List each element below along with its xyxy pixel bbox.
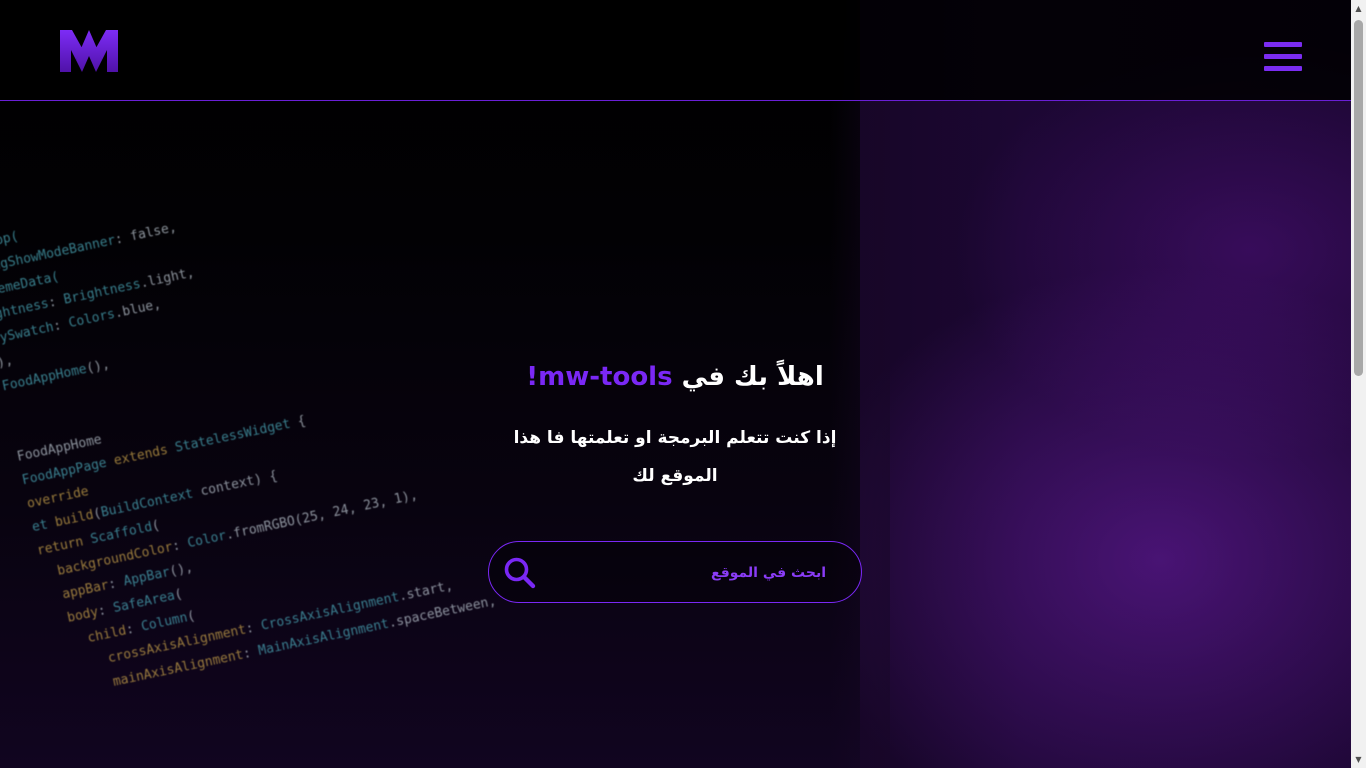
menu-bar xyxy=(1264,54,1302,59)
headline-prefix: اهلاً بك في xyxy=(681,362,824,392)
hero-section: اهلاً بك في mw-tools! إذا كنت تتعلم البر… xyxy=(430,355,920,495)
page-subtitle: إذا كنت تتعلم البرمجة او تعلمتها فا هذا … xyxy=(513,428,837,486)
brand-suffix: ! xyxy=(526,362,539,392)
search-input[interactable] xyxy=(559,552,828,594)
scrollbar-thumb[interactable] xyxy=(1354,20,1363,376)
page: olApp( ebugShowModeBanner: false, ThemeD… xyxy=(0,0,1366,768)
menu-bar xyxy=(1264,42,1302,47)
page-title: اهلاً بك في mw-tools! xyxy=(430,355,920,399)
vertical-scrollbar[interactable]: ▲ ▼ xyxy=(1351,0,1366,768)
brand-name: mw-tools! xyxy=(526,362,672,392)
mw-logo[interactable] xyxy=(58,28,120,76)
search-box xyxy=(488,541,862,603)
menu-bar xyxy=(1264,66,1302,71)
site-header xyxy=(0,0,1351,101)
scroll-up-arrow-icon[interactable]: ▲ xyxy=(1351,0,1366,17)
search-icon[interactable] xyxy=(503,556,537,590)
brand-text: mw-tools xyxy=(538,362,673,392)
hamburger-menu-icon[interactable] xyxy=(1264,42,1302,72)
scroll-down-arrow-icon[interactable]: ▼ xyxy=(1351,751,1366,768)
